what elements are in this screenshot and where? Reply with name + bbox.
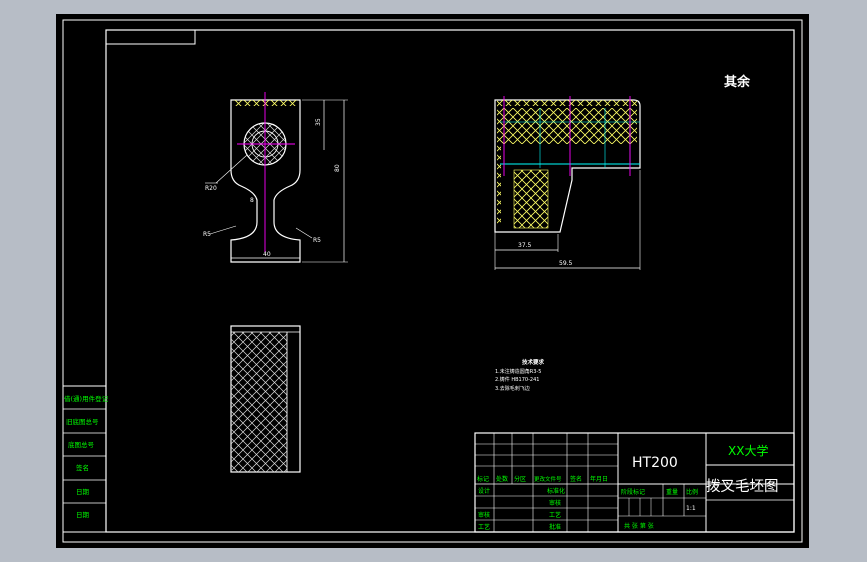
tech-req-title: 技术要求 bbox=[522, 358, 545, 366]
std-label-3: 工艺 bbox=[549, 511, 561, 519]
roughness-note: 其余 bbox=[724, 74, 751, 90]
top-hatch bbox=[233, 100, 298, 106]
label-r5-right: R5 bbox=[313, 237, 321, 244]
section-left-hatch bbox=[497, 106, 501, 226]
registry-cell-4: 签名 bbox=[76, 463, 89, 472]
dim-web-depth-text: 37.5 bbox=[518, 242, 532, 249]
top-view-hatch bbox=[231, 332, 287, 472]
tech-req-line-1: 1.未注铸造圆角R3-5 bbox=[495, 368, 541, 375]
rev-header-1: 标记 bbox=[477, 475, 489, 483]
registry-cell-1: 借(通)用件登记 bbox=[64, 394, 109, 403]
role-design: 设计 bbox=[478, 487, 490, 495]
school-name: XX大学 bbox=[728, 443, 768, 458]
drawing-title: 拨叉毛坯图 bbox=[706, 478, 779, 495]
rev-header-6: 年月日 bbox=[590, 475, 608, 483]
rev-header-4: 更改文件号 bbox=[534, 475, 562, 483]
scale-value: 1:1 bbox=[686, 505, 696, 512]
registry-cell-5: 日期 bbox=[76, 488, 90, 496]
cad-viewport: 其余 80 35 40 8 R20 R5 R5 37.5 59.5 技术要求 1… bbox=[0, 0, 867, 562]
drawing-canvas: 其余 80 35 40 8 R20 R5 R5 37.5 59.5 技术要求 1… bbox=[56, 14, 809, 548]
drawing-sheet bbox=[56, 14, 809, 548]
tech-req-line-3: 3.去除毛刺飞边 bbox=[495, 385, 530, 392]
label-r20: R20 bbox=[205, 185, 217, 192]
section-top-hatch bbox=[497, 100, 637, 106]
tech-req-line-2: 2.铸件 HB170-241 bbox=[495, 376, 539, 383]
stage-header: 阶段标记 bbox=[621, 488, 645, 496]
rev-header-5: 签名 bbox=[570, 475, 582, 483]
rev-header-3: 分区 bbox=[514, 475, 526, 483]
std-label-4: 批准 bbox=[549, 523, 561, 531]
dim-height-total-text: 80 bbox=[334, 164, 341, 172]
material-text: HT200 bbox=[632, 455, 678, 471]
dim-section-width-text: 59.5 bbox=[559, 260, 573, 267]
label-r5-left: R5 bbox=[203, 231, 211, 238]
scale-header: 比例 bbox=[686, 488, 698, 496]
dim-width-text: 40 bbox=[263, 251, 271, 258]
std-label-2: 审核 bbox=[549, 499, 561, 507]
role-process: 工艺 bbox=[478, 523, 490, 531]
sheet-count: 共 张 第 张 bbox=[624, 522, 654, 530]
rev-header-2: 处数 bbox=[496, 475, 508, 483]
registry-cell-2: 旧底图总号 bbox=[66, 417, 99, 426]
registry-cell-6: 日期 bbox=[76, 511, 90, 519]
dim-height-upper-text: 35 bbox=[315, 118, 322, 126]
role-review: 审核 bbox=[478, 511, 490, 519]
registry-cell-3: 底图总号 bbox=[68, 440, 95, 449]
section-bore-hatch bbox=[501, 108, 637, 144]
section-web-hatch bbox=[513, 169, 549, 229]
std-label-1: 标准化 bbox=[547, 487, 565, 495]
weight-header: 重量 bbox=[666, 488, 678, 496]
dim-web-text: 8 bbox=[250, 197, 254, 204]
